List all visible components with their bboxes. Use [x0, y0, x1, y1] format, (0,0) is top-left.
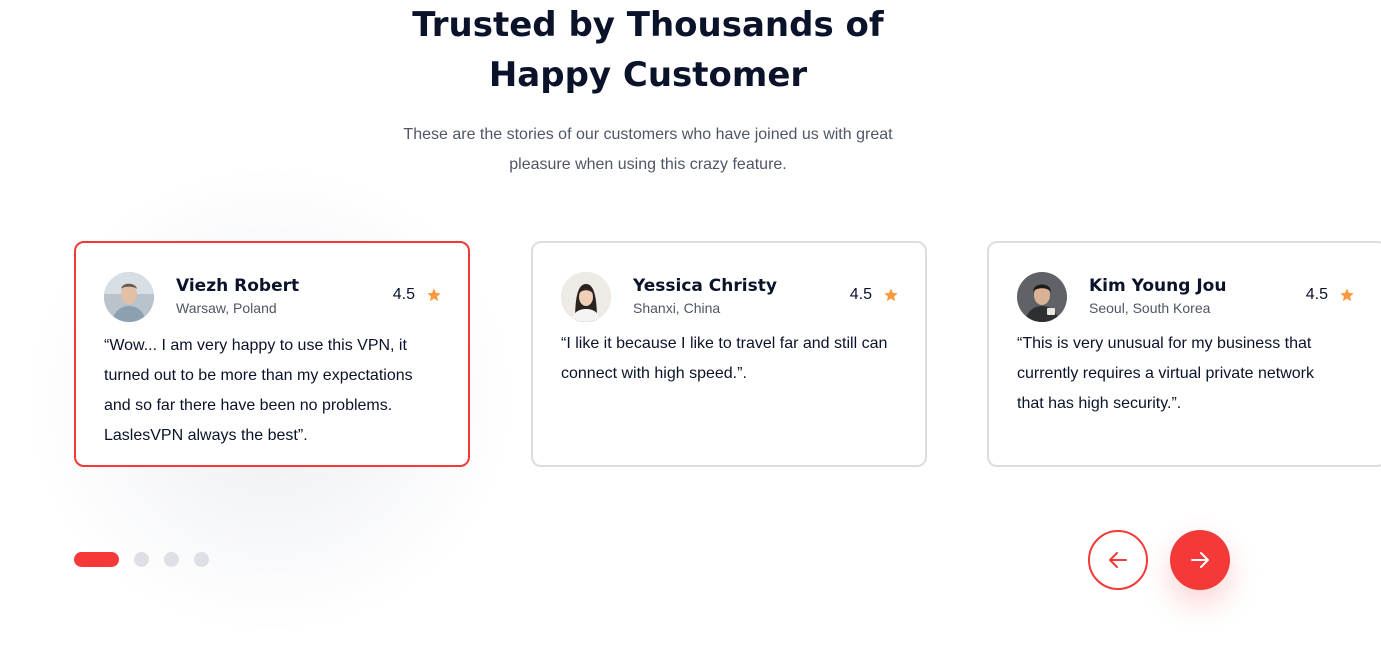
section-title-line-1: Trusted by Thousands of [412, 5, 884, 45]
testimonial-name: Yessica Christy [633, 276, 777, 296]
star-icon [884, 288, 898, 302]
avatar [1017, 272, 1067, 322]
section-subtitle-line-2: pleasure when using this crazy feature. [509, 156, 787, 173]
testimonial-rating: 4.5 [1306, 286, 1355, 304]
testimonial-location: Seoul, South Korea [1089, 300, 1211, 316]
avatar [561, 272, 611, 322]
quote-line: LaslesVPN always the best”. [104, 427, 308, 444]
previous-button[interactable] [1088, 530, 1148, 590]
section-title-line-2: Happy Customer [488, 55, 808, 95]
next-button[interactable] [1170, 530, 1230, 590]
testimonial-name: Viezh Robert [176, 276, 300, 296]
quote-line: “Wow... I am very happy to use this VPN,… [104, 337, 407, 354]
pagination-dot-3[interactable] [164, 552, 179, 567]
quote-line: currently requires a virtual private net… [1017, 365, 1315, 382]
testimonial-quote: “I like it because I like to travel far … [561, 329, 903, 389]
arrow-right-icon [1191, 552, 1209, 568]
quote-line: turned out to be more than my expectatio… [104, 367, 413, 384]
quote-line: “This is very unusual for my business th… [1017, 335, 1312, 352]
testimonial-quote: “This is very unusual for my business th… [1017, 329, 1363, 419]
arrow-left-icon [1109, 552, 1127, 568]
star-icon [1340, 288, 1354, 302]
quote-line: connect with high speed.”. [561, 365, 747, 382]
testimonial-quote: “Wow... I am very happy to use this VPN,… [104, 331, 446, 451]
quote-line: that has high security.”. [1017, 395, 1182, 412]
testimonial-location: Warsaw, Poland [176, 300, 277, 316]
testimonial-rating: 4.5 [850, 286, 899, 304]
testimonial-name: Kim Young Jou [1089, 276, 1227, 296]
testimonial-card-viezh-robert[interactable]: Viezh Robert Warsaw, Poland 4.5 “Wow... … [74, 241, 470, 467]
pagination-dot-1[interactable] [74, 552, 119, 567]
testimonials-section: Trusted by Thousands of Happy Customer T… [0, 0, 1381, 656]
avatar [104, 272, 154, 322]
rating-value: 4.5 [392, 286, 415, 303]
rating-value: 4.5 [1305, 286, 1328, 303]
testimonial-rating: 4.5 [393, 286, 442, 304]
quote-line: “I like it because I like to travel far … [561, 335, 888, 352]
testimonial-card-kim-young-jou[interactable]: Kim Young Jou Seoul, South Korea 4.5 “Th… [987, 241, 1381, 467]
pagination-dot-4[interactable] [194, 552, 209, 567]
section-subtitle-line-1: These are the stories of our customers w… [403, 126, 893, 143]
testimonial-location: Shanxi, China [633, 300, 721, 316]
pagination-dot-2[interactable] [134, 552, 149, 567]
testimonial-card-yessica-christy[interactable]: Yessica Christy Shanxi, China 4.5 “I lik… [531, 241, 927, 467]
rating-value: 4.5 [849, 286, 872, 303]
section-title: Trusted by Thousands of Happy Customer [0, 0, 1296, 100]
star-icon [427, 288, 441, 302]
section-subtitle: These are the stories of our customers w… [0, 120, 1296, 180]
quote-line: and so far there have been no problems. [104, 397, 393, 414]
carousel-pagination [74, 552, 209, 567]
